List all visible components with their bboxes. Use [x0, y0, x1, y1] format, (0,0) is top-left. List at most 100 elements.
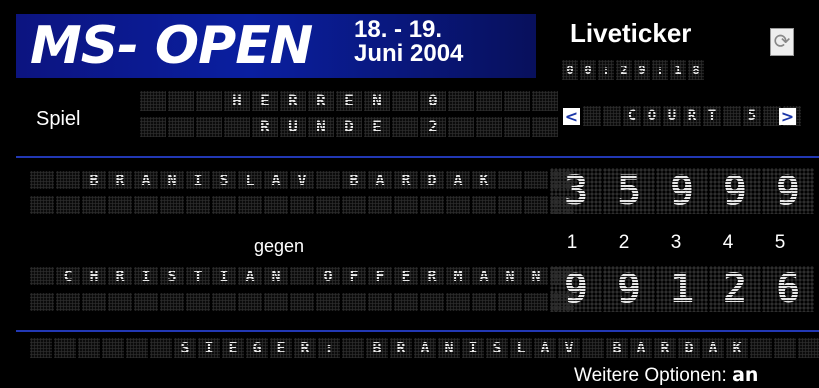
matrix-cell: 9: [603, 266, 655, 312]
matrix-cell: [498, 196, 522, 214]
matrix-cell: 3: [550, 168, 602, 214]
matrix-char: L: [516, 339, 526, 357]
logo-text: MS- OPEN: [30, 16, 313, 76]
matrix-char: R: [115, 171, 125, 189]
matrix-cell: [108, 293, 132, 311]
matrix-char: N: [531, 267, 541, 285]
matrix-cell: [30, 171, 54, 189]
player1-set-scores: 35999: [550, 168, 814, 214]
matrix-cell: D: [336, 117, 362, 137]
matrix-cell: D: [678, 338, 700, 358]
matrix-cell: C: [56, 267, 80, 285]
matrix-char: F: [349, 267, 359, 285]
matrix-cell: R: [654, 338, 676, 358]
matrix-cell: L: [510, 338, 532, 358]
matrix-char: V: [297, 171, 307, 189]
matrix-cell: [238, 293, 262, 311]
matrix-cell: C: [623, 106, 641, 126]
matrix-char: E: [276, 339, 286, 357]
matrix-cell: A: [368, 171, 392, 189]
matrix-cell: 2: [420, 117, 446, 137]
matrix-char: T: [193, 267, 203, 285]
matrix-cell: [394, 293, 418, 311]
matrix-cell: F: [368, 267, 392, 285]
matrix-char: 9: [775, 168, 801, 214]
matrix-cell: [264, 293, 288, 311]
matrix-cell: A: [264, 171, 288, 189]
matrix-cell: 8: [688, 60, 704, 80]
matrix-cell: [82, 196, 106, 214]
matrix-cell: 0: [562, 60, 578, 80]
matrix-cell: A: [238, 267, 262, 285]
matrix-cell: :: [318, 338, 340, 358]
matrix-cell: I: [462, 338, 484, 358]
matrix-cell: [316, 196, 340, 214]
matrix-char: 1: [674, 63, 682, 77]
matrix-cell: [798, 338, 819, 358]
matrix-cell: E: [270, 338, 292, 358]
matrix-cell: [186, 293, 210, 311]
matrix-char: A: [420, 339, 430, 357]
options-toggle-link[interactable]: an: [732, 364, 758, 386]
matrix-cell: N: [438, 338, 460, 358]
matrix-char: M: [453, 267, 463, 285]
matrix-cell: [30, 196, 54, 214]
matrix-char: O: [323, 267, 333, 285]
matrix-cell: I: [186, 171, 210, 189]
prev-court-button[interactable]: <: [563, 108, 580, 125]
matrix-cell: A: [414, 338, 436, 358]
matrix-cell: A: [702, 338, 724, 358]
matrix-char: C: [63, 267, 73, 285]
matrix-char: T: [707, 108, 717, 124]
matrix-cell: B: [342, 171, 366, 189]
matrix-cell: [472, 196, 496, 214]
matrix-char: S: [492, 339, 502, 357]
matrix-char: R: [401, 171, 411, 189]
matrix-cell: [342, 196, 366, 214]
matrix-cell: E: [394, 267, 418, 285]
matrix-cell: [168, 91, 194, 111]
matrix-char: :: [324, 339, 334, 357]
matrix-cell: [448, 117, 474, 137]
matrix-char: E: [372, 117, 382, 136]
matrix-cell: 5: [603, 168, 655, 214]
matrix-cell: :: [652, 60, 668, 80]
matrix-cell: [316, 171, 340, 189]
matrix-cell: [224, 117, 250, 137]
matrix-cell: [140, 91, 166, 111]
matrix-char: R: [316, 91, 326, 110]
matrix-cell: R: [390, 338, 412, 358]
matrix-char: L: [245, 171, 255, 189]
matrix-cell: [394, 196, 418, 214]
matrix-char: A: [271, 171, 281, 189]
matrix-char: 3: [563, 168, 589, 214]
matrix-char: 0: [566, 63, 574, 77]
matrix-cell: [56, 171, 80, 189]
matrix-char: 1: [669, 266, 695, 312]
matrix-cell: [420, 293, 444, 311]
refresh-icon[interactable]: ⟳: [770, 28, 794, 56]
matrix-cell: [56, 293, 80, 311]
matrix-char: 9: [638, 63, 646, 77]
next-court-button[interactable]: >: [779, 108, 796, 125]
matrix-cell: [30, 338, 52, 358]
matrix-cell: R: [394, 171, 418, 189]
matrix-cell: B: [366, 338, 388, 358]
matrix-char: R: [660, 339, 670, 357]
category-display: HERREN0: [140, 91, 558, 111]
matrix-cell: 1: [670, 60, 686, 80]
matrix-cell: [498, 171, 522, 189]
matrix-char: 2: [722, 266, 748, 312]
matrix-char: A: [636, 339, 646, 357]
matrix-cell: S: [486, 338, 508, 358]
matrix-char: I: [141, 267, 151, 285]
matrix-cell: [30, 293, 54, 311]
matrix-char: R: [115, 267, 125, 285]
matrix-cell: B: [606, 338, 628, 358]
matrix-char: E: [228, 339, 238, 357]
matrix-cell: R: [280, 91, 306, 111]
matrix-cell: K: [726, 338, 748, 358]
matrix-char: :: [656, 63, 664, 77]
matrix-cell: I: [212, 267, 236, 285]
matrix-char: R: [300, 339, 310, 357]
